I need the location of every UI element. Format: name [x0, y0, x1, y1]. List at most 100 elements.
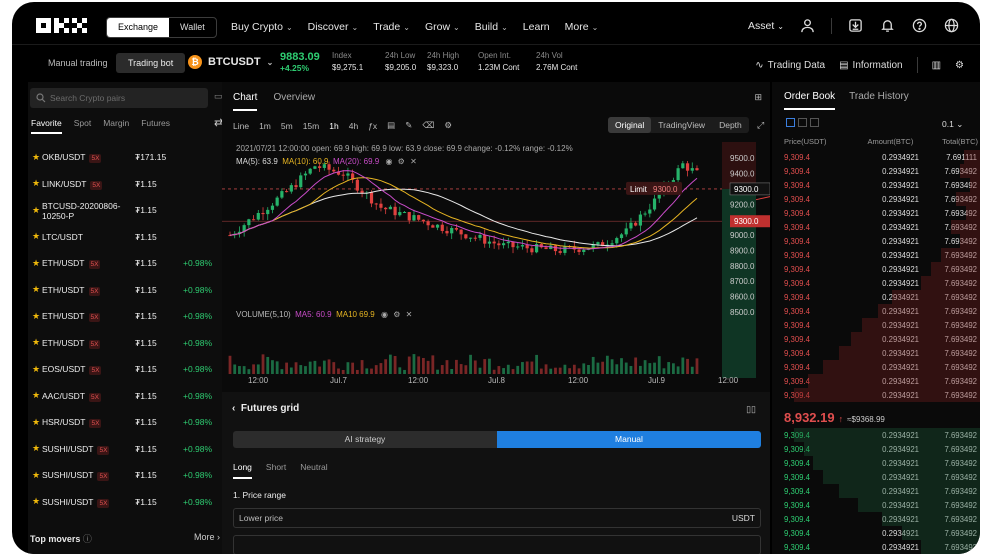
- order-row[interactable]: 9,309.4 0.2934921 7.693492: [784, 220, 980, 234]
- download-icon[interactable]: [847, 17, 864, 34]
- tab-trade-history[interactable]: Trade History: [849, 91, 909, 110]
- star-icon[interactable]: ★: [32, 390, 40, 401]
- interval-15m[interactable]: 15m: [303, 121, 320, 131]
- order-row[interactable]: 9,309.4 0.2934921 7.693492: [784, 192, 980, 206]
- order-row[interactable]: 9,309.4 0.2934921 7.693492: [784, 206, 980, 220]
- order-row[interactable]: 9,309.4 0.2934921 7.693492: [784, 360, 980, 374]
- list-item[interactable]: ★ LINK/USDT 5X ₮1.15: [28, 171, 222, 198]
- interval-line[interactable]: Line: [233, 121, 249, 131]
- tab-overview[interactable]: Overview: [273, 92, 315, 111]
- list-item[interactable]: ★ SUSHI/USDT 5X ₮1.15 +0.98%: [28, 436, 222, 463]
- user-icon[interactable]: [799, 17, 816, 34]
- star-icon[interactable]: ★: [32, 152, 40, 163]
- layout-icon[interactable]: ▥: [932, 60, 941, 71]
- eye-icon[interactable]: ◉: [381, 310, 388, 319]
- menu-item[interactable]: Trade ⌄: [373, 21, 410, 33]
- star-icon[interactable]: ★: [32, 337, 40, 348]
- star-icon[interactable]: ★: [32, 417, 40, 428]
- list-item[interactable]: ★ ETH/USDT 5X ₮1.15 +0.98%: [28, 330, 222, 357]
- star-icon[interactable]: ★: [32, 205, 40, 216]
- list-item[interactable]: ★ LTC/USDT ₮1.15: [28, 224, 222, 251]
- tab-order-book[interactable]: Order Book: [784, 91, 836, 110]
- list-item[interactable]: ★ SUSHI/USDT 5X ₮1.15 +0.98%: [28, 462, 222, 489]
- step-select[interactable]: 0.1 ⌄: [942, 119, 963, 130]
- order-row[interactable]: 9,309.4 0.2934921 7.693492: [784, 470, 980, 484]
- list-item[interactable]: ★ HSR/USDT 5X ₮1.15 +0.98%: [28, 409, 222, 436]
- order-row[interactable]: 9,309.4 0.2934921 7.693492: [784, 374, 980, 388]
- settings-icon[interactable]: ⚙: [444, 120, 452, 131]
- list-item[interactable]: ★ AAC/USDT 5X ₮1.15 +0.98%: [28, 383, 222, 410]
- order-row[interactable]: 9,309.4 0.2934921 7.693492: [784, 304, 980, 318]
- settings-icon[interactable]: ⚙: [955, 60, 964, 71]
- list-item[interactable]: ★ SUSHI/USDT 5X ₮1.15 +0.98%: [28, 489, 222, 516]
- order-row[interactable]: 9,309.4 0.2934921 7.693492: [784, 498, 980, 512]
- wallet-tab[interactable]: Wallet: [169, 18, 216, 37]
- order-row[interactable]: 9,309.4 0.2934921 7.693492: [784, 248, 980, 262]
- manual-trading-tab[interactable]: Manual trading: [36, 53, 120, 73]
- list-item[interactable]: ★ BTCUSD-20200806-10250-P ₮1.15: [28, 197, 222, 224]
- globe-icon[interactable]: [943, 17, 960, 34]
- fullscreen-icon[interactable]: ⤢: [757, 120, 764, 131]
- order-row[interactable]: 9,309.4 0.2934921 7.693492: [784, 332, 980, 346]
- list-item[interactable]: ★ ETH/USDT 5X ₮1.15 +0.98%: [28, 303, 222, 330]
- search-input[interactable]: Search Crypto pairs: [30, 88, 208, 108]
- order-row[interactable]: 9,309.4 0.2934921 7.693492: [784, 234, 980, 248]
- trading-data-link[interactable]: ∿ Trading Data: [755, 60, 825, 71]
- pen-icon[interactable]: ✎: [405, 120, 412, 131]
- menu-item[interactable]: Build ⌄: [475, 21, 508, 33]
- order-row[interactable]: 9,309.4 0.2934921 7.693492: [784, 540, 980, 554]
- star-icon[interactable]: ★: [32, 258, 40, 269]
- order-row[interactable]: 9,309.4 0.2934921 7.693492: [784, 346, 980, 360]
- more-link[interactable]: More ›: [194, 532, 220, 545]
- view-original[interactable]: Original: [608, 117, 652, 133]
- settings-icon[interactable]: ⚙: [393, 310, 400, 319]
- star-icon[interactable]: ★: [32, 470, 40, 481]
- menu-item[interactable]: Discover ⌄: [308, 21, 359, 33]
- grid-tab-short[interactable]: Short: [266, 462, 286, 479]
- pair-selector[interactable]: ₿ BTCUSDT ⌄: [188, 55, 273, 69]
- grid-tab-long[interactable]: Long: [233, 462, 252, 479]
- market-tab-futures[interactable]: Futures: [141, 118, 170, 134]
- star-icon[interactable]: ★: [32, 443, 40, 454]
- star-icon[interactable]: ★: [32, 284, 40, 295]
- menu-item[interactable]: Learn: [523, 21, 550, 33]
- order-row[interactable]: 9,309.4 0.2934921 7.693492: [784, 428, 980, 442]
- view-depth[interactable]: Depth: [712, 117, 749, 133]
- market-tab-favorite[interactable]: Favorite: [31, 118, 62, 134]
- interval-5m[interactable]: 5m: [281, 121, 293, 131]
- star-icon[interactable]: ★: [32, 231, 40, 242]
- order-row[interactable]: 9,309.4 0.2934921 7.693492: [784, 526, 980, 540]
- list-item[interactable]: ★ ETH/USDT 5X ₮1.15 +0.98%: [28, 250, 222, 277]
- document-icon[interactable]: ▤: [387, 120, 395, 131]
- indicator-icon[interactable]: ƒx: [368, 121, 377, 131]
- depth-mode-icons[interactable]: [786, 118, 819, 127]
- menu-item[interactable]: More ⌄: [565, 21, 599, 33]
- order-row[interactable]: 9,309.4 0.2934921 7.693492: [784, 318, 980, 332]
- market-tab-margin[interactable]: Margin: [103, 118, 129, 134]
- tab-chart[interactable]: Chart: [233, 92, 258, 111]
- grid-tab-neutral[interactable]: Neutral: [300, 462, 327, 479]
- exchange-tab[interactable]: Exchange: [107, 18, 170, 37]
- order-row[interactable]: 9,309.4 0.2934921 7.693492: [784, 178, 980, 192]
- market-tab-spot[interactable]: Spot: [74, 118, 92, 134]
- candlestick-chart[interactable]: 9500.09400.09200.09100.09000.08900.08800…: [222, 142, 770, 378]
- interval-4h[interactable]: 4h: [349, 121, 358, 131]
- menu-item[interactable]: Buy Crypto ⌄: [231, 21, 293, 33]
- order-row[interactable]: 9,309.4 0.2934921 7.693492: [784, 512, 980, 526]
- eraser-icon[interactable]: ⌫: [422, 120, 434, 131]
- order-row[interactable]: 9,309.4 0.2934921 7.693492: [784, 290, 980, 304]
- order-row[interactable]: 9,309.4 0.2934921 7.693492: [784, 164, 980, 178]
- star-icon[interactable]: ★: [32, 364, 40, 375]
- information-link[interactable]: ▤ Information: [839, 60, 902, 71]
- star-icon[interactable]: ★: [32, 311, 40, 322]
- futures-grid-title[interactable]: ‹ Futures grid: [232, 403, 299, 414]
- list-item[interactable]: ★ ETH/USDT 5X ₮1.15 +0.98%: [28, 277, 222, 304]
- help-icon[interactable]: [911, 17, 928, 34]
- list-item[interactable]: ★ OKB/USDT 5X ₮171.15: [28, 144, 222, 171]
- lower-price-input[interactable]: Lower price USDT: [233, 508, 761, 528]
- close-icon[interactable]: ✕: [406, 310, 413, 319]
- interval-1h[interactable]: 1h: [329, 121, 338, 131]
- asset-menu[interactable]: Asset ⌄: [748, 20, 784, 32]
- order-row[interactable]: 9,309.4 0.2934921 7.693492: [784, 456, 980, 470]
- order-row[interactable]: 9,309.4 0.2934921 7.693492: [784, 262, 980, 276]
